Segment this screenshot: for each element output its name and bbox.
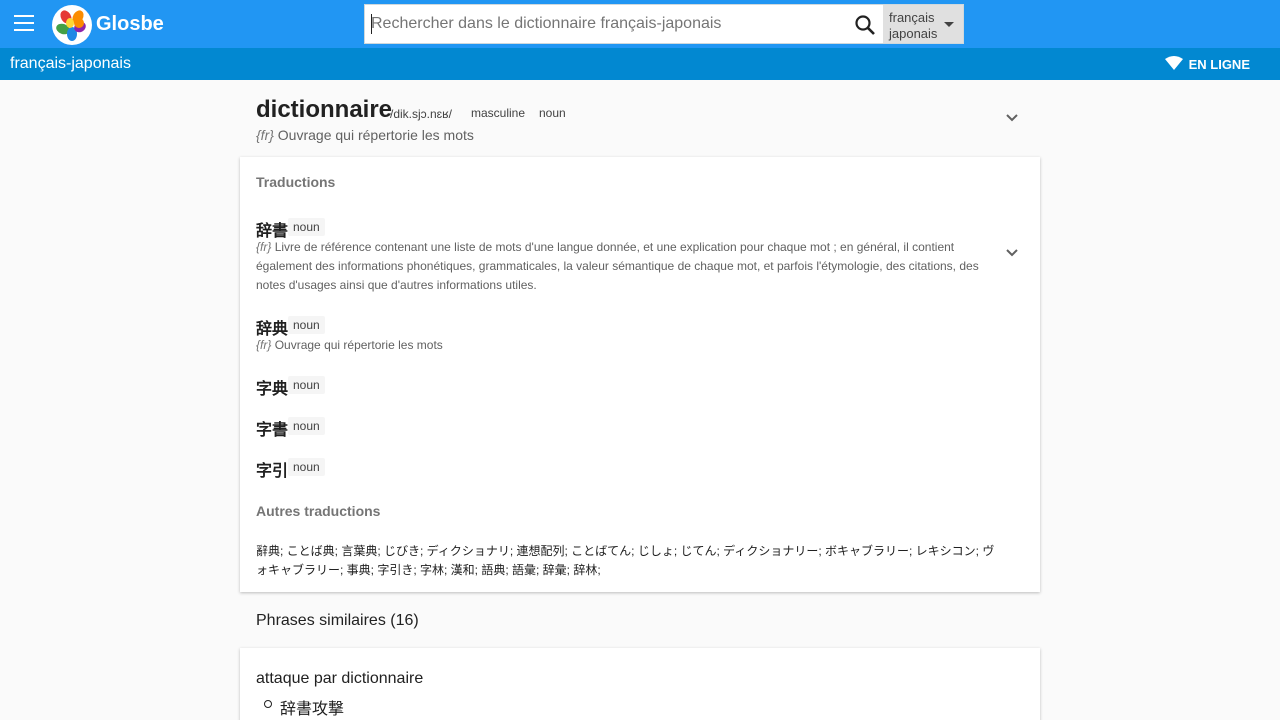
pos-tag: noun bbox=[288, 316, 325, 334]
translation-word[interactable]: 字引 bbox=[256, 457, 288, 481]
language-from: français bbox=[889, 10, 935, 25]
online-status[interactable]: EN LIGNE bbox=[1164, 56, 1250, 73]
menu-icon[interactable] bbox=[14, 15, 34, 33]
pos-tag: noun bbox=[288, 417, 325, 435]
language-pair-bar: français-japonais EN LIGNE bbox=[0, 48, 1280, 80]
search-icon[interactable] bbox=[853, 13, 879, 37]
language-to: japonais bbox=[889, 26, 938, 41]
entry-gender: masculine bbox=[471, 106, 526, 120]
lang-code: {fr} bbox=[256, 240, 272, 254]
top-app-bar: Glosbe français japonais bbox=[0, 0, 1280, 48]
definition-text: Ouvrage qui répertorie les mots bbox=[277, 127, 474, 143]
glosbe-logo[interactable] bbox=[52, 5, 92, 45]
brand-name[interactable]: Glosbe bbox=[96, 13, 164, 36]
text-cursor bbox=[371, 14, 372, 34]
other-translations-list: 辭典; ことば典; 言葉典; じびき; ディクショナリ; 連想配列; ことばてん… bbox=[256, 544, 995, 577]
search-input[interactable] bbox=[371, 13, 846, 35]
entry-pronunciation: /dik.sjɔ.nɛʁ/ bbox=[390, 107, 453, 121]
entry-word: dictionnaire bbox=[256, 96, 393, 123]
pos-tag: noun bbox=[288, 458, 325, 476]
similar-phrases-title: Phrases similaires (16) bbox=[256, 612, 419, 629]
translation-word[interactable]: 字書 bbox=[256, 416, 288, 440]
translation-definition: {fr} Ouvrage qui répertorie les mots bbox=[256, 336, 443, 355]
similar-phrase-translation[interactable]: 辞書攻撃 bbox=[280, 695, 344, 719]
pos-tag: noun bbox=[288, 218, 325, 236]
similar-phrase[interactable]: attaque par dictionnaire bbox=[256, 670, 423, 688]
translations-card: Traductions 辞書 noun {fr} Livre de référe… bbox=[240, 157, 1040, 592]
wifi-icon bbox=[1164, 56, 1183, 73]
lang-code: {fr} bbox=[256, 127, 274, 143]
pos-tag: noun bbox=[288, 376, 325, 394]
chevron-down-icon[interactable] bbox=[1002, 243, 1022, 263]
definition-text: Ouvrage qui répertorie les mots bbox=[274, 338, 443, 352]
bullet-icon bbox=[264, 700, 272, 708]
chevron-down-icon[interactable] bbox=[1002, 108, 1022, 128]
language-select[interactable]: français japonais bbox=[883, 5, 963, 43]
similar-phrases-card: attaque par dictionnaire 辞書攻撃 bbox=[240, 648, 1040, 720]
dropdown-arrow-icon bbox=[944, 22, 954, 27]
translations-title: Traductions bbox=[256, 174, 336, 190]
entry-definition: {fr} Ouvrage qui répertorie les mots bbox=[256, 127, 474, 143]
language-pair-link[interactable]: français-japonais bbox=[10, 55, 131, 73]
online-status-label: EN LIGNE bbox=[1188, 57, 1250, 72]
search-bar: français japonais bbox=[364, 4, 964, 44]
definition-text: Livre de référence contenant une liste d… bbox=[256, 240, 979, 292]
lang-code: {fr} bbox=[256, 338, 272, 352]
translation-word[interactable]: 字典 bbox=[256, 375, 288, 399]
other-translations-title: Autres traductions bbox=[256, 503, 381, 519]
entry-pos: noun bbox=[539, 106, 566, 120]
translation-definition: {fr} Livre de référence contenant une li… bbox=[256, 238, 996, 295]
